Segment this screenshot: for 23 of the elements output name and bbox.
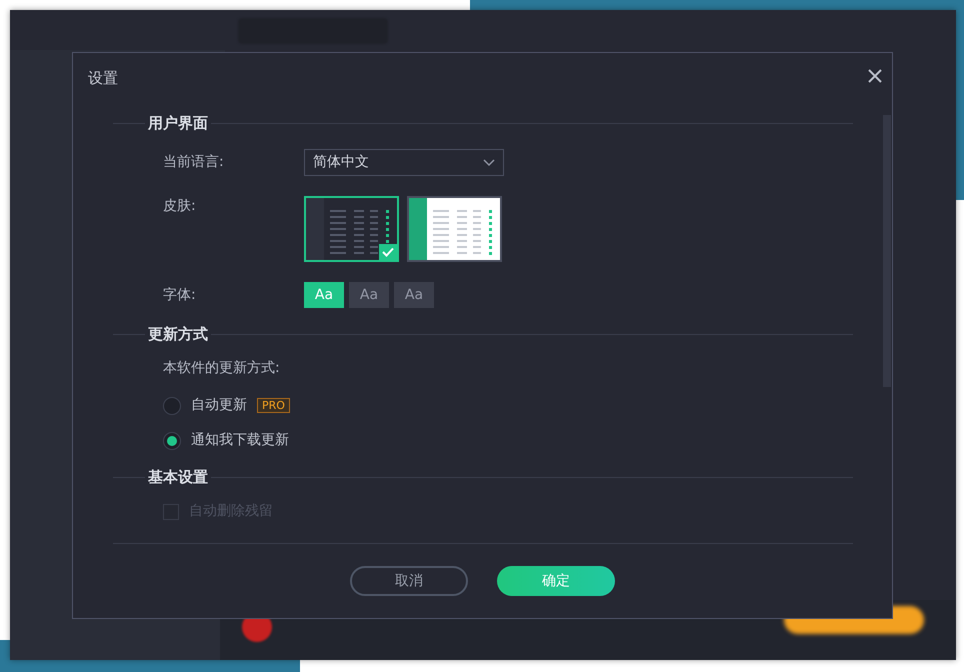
section-title: 用户界面 — [146, 112, 209, 134]
language-select[interactable]: 简体中文 — [304, 149, 504, 176]
radio-label: 自动更新 — [191, 396, 247, 415]
font-size-option[interactable]: Aa — [304, 282, 344, 308]
field-label: 当前语言: — [162, 153, 225, 172]
close-icon — [867, 68, 883, 84]
radio-button[interactable] — [163, 432, 181, 450]
font-size-option[interactable]: Aa — [349, 282, 389, 308]
instruction-text: 本软件的更新方式: — [162, 359, 280, 378]
field-label: 皮肤: — [162, 197, 197, 216]
font-size-option[interactable]: Aa — [394, 282, 434, 308]
cancel-button[interactable]: 取消 — [350, 566, 468, 596]
dialog-title: 设置 — [88, 68, 118, 89]
radio-button[interactable] — [163, 396, 181, 414]
scrollbar-thumb[interactable] — [883, 115, 891, 387]
chevron-down-icon — [483, 158, 495, 166]
confirm-button[interactable]: 确定 — [497, 566, 615, 596]
section-title: 基本设置 — [147, 466, 209, 488]
checkmark-icon — [379, 244, 397, 260]
field-label: 字体: — [162, 286, 197, 304]
section-title: 更新方式 — [147, 324, 209, 345]
pro-badge: PRO — [257, 398, 290, 413]
radio-label: 通知我下载更新 — [191, 431, 289, 450]
